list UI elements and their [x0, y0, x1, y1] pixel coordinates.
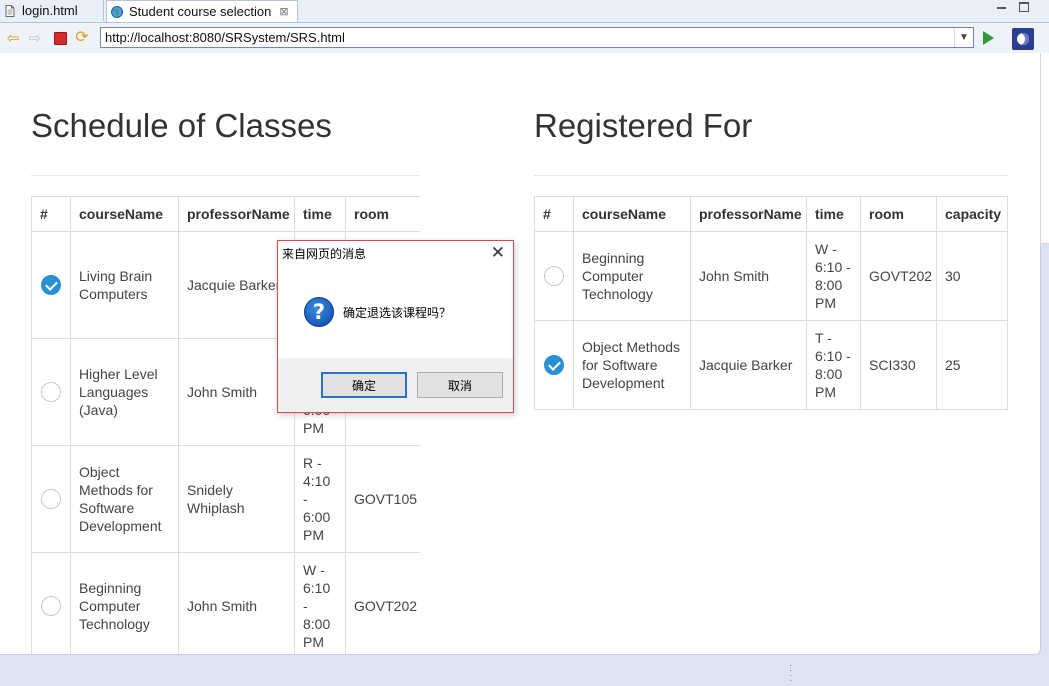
dialog-message: 确定退选该课程吗？ — [343, 306, 452, 320]
chevron-down-icon[interactable]: ▼ — [954, 28, 973, 47]
select-cell — [534, 231, 574, 321]
table-header-row: # courseName professorName time room cap… — [534, 196, 1008, 232]
tab-student-course-selection[interactable]: Student course selection ⊠ — [106, 0, 298, 22]
courseName-cell: Living Brain Computers — [70, 231, 179, 339]
forward-icon[interactable]: ⇨ — [26, 29, 44, 47]
column-header: time — [806, 196, 861, 232]
drag-handle-icon[interactable]: · · · · — [789, 661, 793, 686]
divider — [31, 175, 420, 176]
select-cell — [31, 338, 71, 446]
registered-title: Registered For — [534, 107, 753, 144]
time-cell: W - 6:10 - 8:00 PM — [806, 231, 861, 321]
schedule-title: Schedule of Classes — [31, 107, 332, 144]
radio-button[interactable] — [544, 266, 564, 286]
column-header: time — [294, 196, 346, 232]
time-cell: T - 6:10 - 8:00 PM — [806, 320, 861, 410]
courseName-cell: Beginning Computer Technology — [70, 552, 179, 654]
column-header: courseName — [573, 196, 691, 232]
dialog-title: 来自网页的消息 — [282, 247, 367, 261]
courseName-cell: Object Methods for Software Development — [70, 445, 179, 553]
url-field[interactable]: http://localhost:8080/SRSystem/SRS.html … — [100, 27, 974, 48]
web-page: Schedule of Classes # courseName profess… — [0, 53, 1041, 655]
registered-table: # courseName professorName time room cap… — [534, 196, 1008, 410]
go-icon[interactable] — [983, 31, 994, 45]
cancel-button[interactable]: 取消 — [417, 372, 503, 398]
ok-button[interactable]: 确定 — [321, 372, 407, 398]
url-text[interactable]: http://localhost:8080/SRSystem/SRS.html — [101, 30, 954, 45]
room-cell: GOVT202 — [345, 552, 420, 654]
radio-button[interactable] — [41, 382, 61, 402]
minimize-icon[interactable] — [996, 2, 1007, 13]
column-header: professorName — [690, 196, 807, 232]
radio-button[interactable] — [41, 489, 61, 509]
close-icon[interactable]: ✕ — [491, 243, 505, 263]
stop-icon[interactable] — [51, 29, 69, 47]
checked-radio-icon[interactable] — [544, 355, 564, 375]
column-header: professorName — [178, 196, 295, 232]
table-row: Beginning Computer Technology John Smith W… — [534, 231, 1008, 321]
refresh-icon[interactable]: ⟳ — [73, 29, 91, 47]
room-cell: GOVT105 — [345, 445, 420, 553]
table-header-row: # courseName professorName time room — [31, 196, 420, 232]
question-icon: ? — [304, 297, 334, 327]
document-icon — [5, 4, 15, 17]
divider — [534, 175, 1007, 176]
editor-tab-bar: login.html Student course selection ⊠ — [0, 0, 1049, 23]
time-cell: W - 6:10 - 8:00 PM — [294, 552, 346, 654]
room-cell: GOVT202 — [860, 231, 937, 321]
vertical-scrollbar[interactable] — [1040, 53, 1049, 244]
select-cell — [31, 552, 71, 654]
back-icon[interactable]: ⇦ — [4, 29, 22, 47]
select-cell — [534, 320, 574, 410]
column-header: # — [31, 196, 71, 232]
column-header: courseName — [70, 196, 179, 232]
column-header: capacity — [936, 196, 1008, 232]
browser-logo-icon[interactable] — [1012, 28, 1034, 50]
column-header: # — [534, 196, 574, 232]
registered-panel: Registered For # courseName professorNam… — [534, 53, 1008, 410]
courseName-cell: Beginning Computer Technology — [573, 231, 691, 321]
professorName-cell: Snidely Whiplash — [178, 445, 295, 553]
table-row: Beginning Computer Technology John Smith W… — [31, 552, 420, 654]
globe-icon — [111, 5, 123, 18]
tab-label: Student course selection — [129, 4, 272, 19]
close-tab-icon[interactable]: ⊠ — [279, 5, 288, 18]
table-row: Object Methods for Software Development J… — [534, 320, 1008, 410]
select-cell — [31, 445, 71, 553]
checked-radio-icon[interactable] — [41, 275, 61, 295]
courseName-cell: Higher Level Languages (Java) — [70, 338, 179, 446]
professorName-cell: John Smith — [690, 231, 807, 321]
capacity-cell: 25 — [936, 320, 1008, 410]
radio-button[interactable] — [41, 596, 61, 616]
courseName-cell: Object Methods for Software Development — [573, 320, 691, 410]
tab-login[interactable]: login.html — [0, 0, 104, 21]
room-cell: SCI330 — [860, 320, 937, 410]
column-header: room — [860, 196, 937, 232]
table-row: Object Methods for Software Development S… — [31, 445, 420, 553]
tab-label: login.html — [22, 3, 78, 18]
capacity-cell: 30 — [936, 231, 1008, 321]
professorName-cell: Jacquie Barker — [690, 320, 807, 410]
column-header: room — [345, 196, 420, 232]
dialog-footer: 确定 取消 — [278, 358, 513, 412]
time-cell: R - 4:10 - 6:00 PM — [294, 445, 346, 553]
browser-toolbar: ⇦ ⇨ ⟳ http://localhost:8080/SRSystem/SRS… — [0, 23, 1049, 54]
select-cell — [31, 231, 71, 339]
professorName-cell: John Smith — [178, 552, 295, 654]
maximize-icon[interactable] — [1019, 2, 1029, 12]
confirm-dialog: 来自网页的消息 ✕ ? 确定退选该课程吗？ 确定 取消 — [277, 240, 514, 413]
